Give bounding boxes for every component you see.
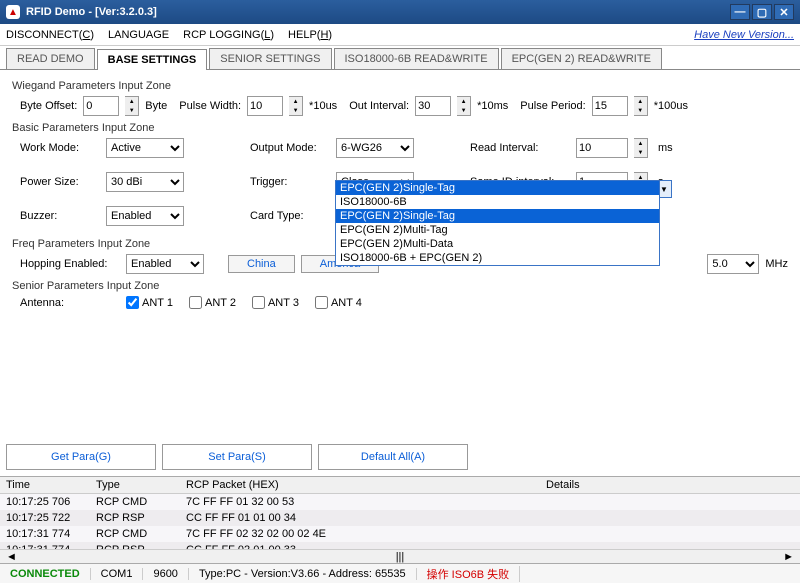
byte-offset-spinner[interactable]: ▲▼ — [125, 96, 139, 116]
log-table: Time Type RCP Packet (HEX) Details 10:17… — [0, 476, 800, 558]
menu-rcp-logging[interactable]: RCP LOGGING(L) — [183, 29, 274, 41]
pulse-period-label: Pulse Period: — [520, 100, 585, 112]
ant2-checkbox[interactable]: ANT 2 — [189, 296, 236, 309]
col-type: Type — [96, 479, 186, 491]
menu-help[interactable]: HELP(H) — [288, 29, 332, 41]
default-all-button[interactable]: Default All(A) — [318, 444, 468, 470]
col-details: Details — [546, 479, 794, 491]
wiegand-zone: Wiegand Parameters Input Zone Byte Offse… — [12, 80, 788, 116]
card-type-option[interactable]: ISO18000-6B + EPC(GEN 2) — [336, 251, 659, 265]
tab-read-demo[interactable]: READ DEMO — [6, 48, 95, 69]
power-size-select[interactable]: 30 dBi — [106, 172, 184, 192]
log-header: Time Type RCP Packet (HEX) Details — [0, 477, 800, 494]
byte-offset-label: Byte Offset: — [20, 100, 77, 112]
ant3-checkbox[interactable]: ANT 3 — [252, 296, 299, 309]
freq-max-select[interactable]: 5.0 — [707, 254, 759, 274]
log-row[interactable]: 10:17:25 722RCP RSPCC FF FF 01 01 00 34 — [0, 510, 800, 526]
out-interval-spinner[interactable]: ▲▼ — [457, 96, 471, 116]
work-mode-select[interactable]: Active — [106, 138, 184, 158]
status-bar: CONNECTED COM1 9600 Type:PC - Version:V3… — [0, 563, 800, 583]
get-para-button[interactable]: Get Para(G) — [6, 444, 156, 470]
read-interval-input[interactable] — [576, 138, 628, 158]
status-info: Type:PC - Version:V3.66 - Address: 65535 — [189, 568, 417, 580]
hopping-select[interactable]: Enabled — [126, 254, 204, 274]
card-type-option[interactable]: EPC(GEN 2)Single-Tag — [336, 209, 659, 223]
trigger-label: Trigger: — [250, 176, 330, 188]
work-mode-label: Work Mode: — [20, 142, 100, 154]
menu-disconnect[interactable]: DISCONNECT(C) — [6, 29, 94, 41]
card-type-option[interactable]: ISO18000-6B — [336, 195, 659, 209]
byte-offset-unit: Byte — [145, 100, 167, 112]
wiegand-title: Wiegand Parameters Input Zone — [12, 80, 788, 92]
read-interval-unit: ms — [658, 142, 673, 154]
status-connected: CONNECTED — [0, 568, 91, 580]
pulse-width-unit: *10us — [309, 100, 337, 112]
pulse-width-spinner[interactable]: ▲▼ — [289, 96, 303, 116]
pulse-period-spinner[interactable]: ▲▼ — [634, 96, 648, 116]
read-interval-label: Read Interval: — [470, 142, 570, 154]
out-interval-input[interactable] — [415, 96, 451, 116]
pulse-width-input[interactable] — [247, 96, 283, 116]
log-row[interactable]: 10:17:31 774RCP CMD7C FF FF 02 32 02 00 … — [0, 526, 800, 542]
window-title: RFID Demo - [Ver:3.2.0.3] — [26, 6, 157, 18]
card-type-selected[interactable]: EPC(GEN 2)Single-Tag — [336, 181, 659, 195]
out-interval-unit: *10ms — [477, 100, 508, 112]
card-type-label: Card Type: — [250, 210, 330, 222]
card-type-option[interactable]: EPC(GEN 2)Multi-Tag — [336, 223, 659, 237]
byte-offset-input[interactable] — [83, 96, 119, 116]
pulse-width-label: Pulse Width: — [179, 100, 241, 112]
status-error: 操作 ISO6B 失败 — [417, 566, 521, 582]
minimize-button[interactable]: — — [730, 4, 750, 20]
set-para-button[interactable]: Set Para(S) — [162, 444, 312, 470]
pulse-period-input[interactable] — [592, 96, 628, 116]
tab-epc-gen2[interactable]: EPC(GEN 2) READ&WRITE — [501, 48, 662, 69]
antenna-label: Antenna: — [20, 297, 120, 309]
title-bar: ▲ RFID Demo - [Ver:3.2.0.3] — ▢ ✕ — [0, 0, 800, 24]
col-packet: RCP Packet (HEX) — [186, 479, 546, 491]
status-port: COM1 — [91, 568, 144, 580]
ant1-checkbox[interactable]: ANT 1 — [126, 296, 173, 309]
horizontal-scrollbar[interactable]: ◄|||► — [0, 549, 800, 563]
basic-title: Basic Parameters Input Zone — [12, 122, 788, 134]
log-row[interactable]: 10:17:25 706RCP CMD7C FF FF 01 32 00 53 — [0, 494, 800, 510]
close-button[interactable]: ✕ — [774, 4, 794, 20]
menu-language[interactable]: LANGUAGE — [108, 29, 169, 41]
output-mode-select[interactable]: 6-WG26 — [336, 138, 414, 158]
senior-zone: Senior Parameters Input Zone Antenna: AN… — [12, 280, 788, 309]
buzzer-select[interactable]: Enabled — [106, 206, 184, 226]
maximize-button[interactable]: ▢ — [752, 4, 772, 20]
output-mode-label: Output Mode: — [250, 142, 330, 154]
senior-title: Senior Parameters Input Zone — [12, 280, 788, 292]
ant4-checkbox[interactable]: ANT 4 — [315, 296, 362, 309]
freq-unit: MHz — [765, 258, 788, 270]
menu-bar: DISCONNECT(C) LANGUAGE RCP LOGGING(L) HE… — [0, 24, 800, 46]
tab-base-settings[interactable]: BASE SETTINGS — [97, 49, 208, 70]
out-interval-label: Out Interval: — [349, 100, 409, 112]
pulse-period-unit: *100us — [654, 100, 688, 112]
tab-iso18000-6b[interactable]: ISO18000-6B READ&WRITE — [334, 48, 499, 69]
app-icon: ▲ — [6, 5, 20, 19]
col-time: Time — [6, 479, 96, 491]
card-type-dropdown[interactable]: EPC(GEN 2)Single-Tag ISO18000-6B EPC(GEN… — [335, 180, 660, 266]
tab-bar: READ DEMO BASE SETTINGS SENIOR SETTINGS … — [0, 46, 800, 70]
hopping-label: Hopping Enabled: — [20, 258, 120, 270]
tab-senior-settings[interactable]: SENIOR SETTINGS — [209, 48, 331, 69]
have-new-version-link[interactable]: Have New Version... — [694, 29, 794, 41]
read-interval-spinner[interactable]: ▲▼ — [634, 138, 648, 158]
buzzer-label: Buzzer: — [20, 210, 100, 222]
china-button[interactable]: China — [228, 255, 295, 273]
power-size-label: Power Size: — [20, 176, 100, 188]
card-type-option[interactable]: EPC(GEN 2)Multi-Data — [336, 237, 659, 251]
status-baud: 9600 — [143, 568, 188, 580]
